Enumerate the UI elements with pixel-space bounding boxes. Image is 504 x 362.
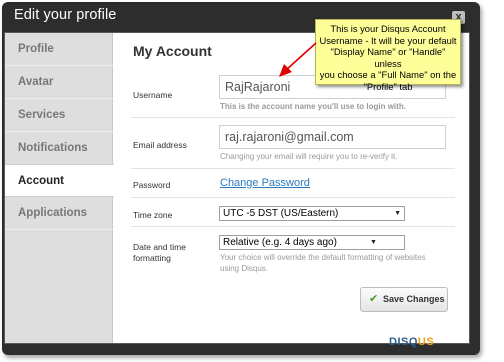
- password-label: Password: [133, 180, 171, 190]
- divider: [131, 117, 455, 118]
- save-changes-button[interactable]: ✔ Save Changes: [360, 287, 448, 312]
- timezone-value: UTC -5 DST (US/Eastern): [223, 208, 339, 219]
- sidebar: Profile Avatar Services Notifications Ac…: [5, 33, 114, 343]
- timezone-select[interactable]: UTC -5 DST (US/Eastern) ▼: [219, 206, 405, 221]
- email-hint: Changing your email will require you to …: [220, 152, 398, 161]
- annotation-callout: This is your Disqus Account Username - I…: [315, 19, 461, 92]
- page-title: My Account: [133, 43, 212, 59]
- screenshot-frame: Edit your profile x Profile Avatar Servi…: [0, 0, 504, 362]
- email-label: Email address: [133, 140, 187, 150]
- sidebar-item-profile[interactable]: Profile: [5, 33, 113, 66]
- brand-part-1: DISQ: [389, 336, 418, 348]
- callout-line: "Profile" tab: [363, 80, 413, 92]
- checkmark-icon: ✔: [369, 293, 379, 305]
- sidebar-item-services[interactable]: Services: [5, 99, 113, 132]
- datetime-format-select[interactable]: Relative (e.g. 4 days ago) ▼: [219, 235, 405, 250]
- email-field[interactable]: [219, 125, 446, 149]
- username-hint: This is the account name you'll use to l…: [220, 102, 406, 111]
- divider: [131, 168, 455, 169]
- datetime-hint-line2: using Disqus.: [220, 264, 269, 273]
- datetime-label-line2: formatting: [133, 253, 171, 263]
- datetime-format-value: Relative (e.g. 4 days ago): [223, 237, 337, 248]
- chevron-down-icon: ▼: [370, 239, 377, 246]
- brand-part-2: US: [417, 336, 435, 348]
- callout-line: you choose a "Full Name" on the: [319, 69, 457, 80]
- disqus-logo: DISQUS: [389, 336, 434, 348]
- datetime-hint-line1: Your choice will override the default fo…: [220, 253, 426, 262]
- dialog-title: Edit your profile: [14, 7, 117, 23]
- sidebar-item-account[interactable]: Account: [5, 164, 114, 197]
- sidebar-item-notifications[interactable]: Notifications: [5, 132, 113, 165]
- callout-line: "Display Name" or "Handle" unless: [330, 46, 446, 69]
- sidebar-item-applications[interactable]: Applications: [5, 197, 113, 230]
- timezone-label: Time zone: [133, 210, 173, 220]
- divider: [131, 226, 455, 227]
- save-changes-label: Save Changes: [383, 294, 445, 304]
- callout-line: This is your Disqus Account: [330, 23, 446, 34]
- chevron-down-icon: ▼: [394, 210, 401, 217]
- callout-line: Username - It will be your default: [319, 34, 457, 46]
- username-label: Username: [133, 90, 173, 100]
- divider: [131, 197, 455, 198]
- sidebar-item-avatar[interactable]: Avatar: [5, 66, 113, 99]
- change-password-link[interactable]: Change Password: [220, 177, 310, 189]
